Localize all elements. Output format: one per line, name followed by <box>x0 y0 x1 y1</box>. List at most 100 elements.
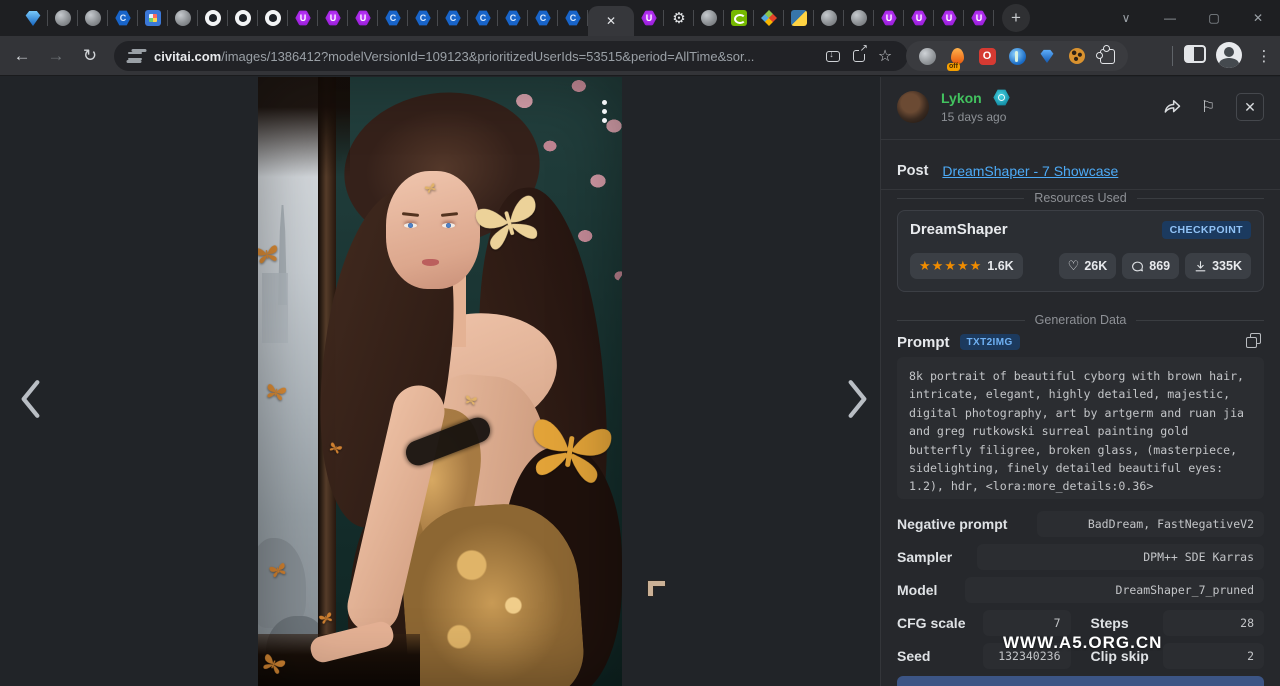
browser-tab[interactable]: C <box>468 0 498 36</box>
post-label: Post <box>897 163 929 179</box>
browser-tab[interactable] <box>198 0 228 36</box>
browser-tab[interactable] <box>18 0 48 36</box>
browser-tab[interactable] <box>754 0 784 36</box>
tab-strip-left: CUUUCCCCCCC <box>18 0 588 36</box>
window-menu-icon[interactable]: ∨ <box>1104 0 1148 36</box>
browser-tab[interactable]: U <box>934 0 964 36</box>
address-bar[interactable]: civitai.com/images/1386412?modelVersionI… <box>114 41 908 71</box>
next-image-button[interactable] <box>836 372 880 428</box>
browser-tab[interactable] <box>78 0 108 36</box>
tab-favicon-gitmulti <box>761 10 777 26</box>
verified-badge-icon <box>993 89 1010 106</box>
window-close-icon[interactable]: ✕ <box>1236 0 1280 36</box>
tab-favicon-nvidia <box>731 10 747 26</box>
hearts-pill[interactable]: ♡ 26K <box>1058 253 1117 279</box>
browser-toolbar: ← → ↻ civitai.com/images/1386412?modelVe… <box>0 36 1280 76</box>
browser-tab[interactable]: C <box>108 0 138 36</box>
browser-tab[interactable]: U <box>874 0 904 36</box>
prompt-label: Prompt <box>897 333 950 351</box>
browser-tab[interactable] <box>168 0 198 36</box>
site-info-icon[interactable] <box>128 48 144 64</box>
prev-image-button[interactable] <box>8 372 52 428</box>
browser-tab[interactable] <box>258 0 288 36</box>
share-icon[interactable] <box>1158 93 1186 121</box>
share-page-icon[interactable] <box>846 43 872 69</box>
page-content: Lykon 15 days ago ⚐ ✕ Post DreamShaper -… <box>0 77 1280 686</box>
browser-tab[interactable]: U <box>964 0 994 36</box>
browser-tab[interactable]: ⚙ <box>664 0 694 36</box>
install-app-icon[interactable] <box>820 43 846 69</box>
tab-favicon-gear: ⚙ <box>672 10 686 27</box>
extensions-puzzle-icon[interactable] <box>1094 43 1120 69</box>
browser-tab[interactable]: U <box>318 0 348 36</box>
extension-diamond-icon[interactable] <box>1034 43 1060 69</box>
extension-flame-icon[interactable]: off <box>944 43 970 71</box>
back-button[interactable]: ← <box>6 40 38 72</box>
comments-pill[interactable]: 869 <box>1122 253 1180 279</box>
username[interactable]: Lykon <box>941 90 982 106</box>
browser-tab[interactable] <box>844 0 874 36</box>
window-controls: ∨ — ▢ ✕ <box>1104 0 1280 36</box>
window-minimize-icon[interactable]: — <box>1148 0 1192 36</box>
browser-tab[interactable] <box>814 0 844 36</box>
browser-tab[interactable] <box>694 0 724 36</box>
tab-favicon-github <box>205 10 221 26</box>
browser-tab[interactable]: C <box>438 0 468 36</box>
post-link[interactable]: DreamShaper - 7 Showcase <box>942 163 1118 179</box>
browser-menu-icon[interactable]: ⋮ <box>1254 44 1274 68</box>
reload-button[interactable]: ↻ <box>74 40 106 72</box>
browser-tab[interactable]: C <box>558 0 588 36</box>
active-tab[interactable]: ✕ <box>588 6 634 36</box>
post-row: Post DreamShaper - 7 Showcase <box>897 153 1264 189</box>
txt2img-badge[interactable]: TXT2IMG <box>959 334 1020 350</box>
browser-tab[interactable]: C <box>378 0 408 36</box>
extensions-cluster: off O <box>906 41 1128 71</box>
field-value: 132340236 <box>983 643 1071 669</box>
bookmark-star-icon[interactable]: ☆ <box>872 43 898 69</box>
profile-avatar[interactable] <box>1216 42 1242 68</box>
browser-tab[interactable]: U <box>288 0 318 36</box>
resource-card[interactable]: DreamShaper CHECKPOINT ★★★★★ 1.6K ♡ 26K 8… <box>897 210 1264 292</box>
field-value: BadDream, FastNegativeV2 <box>1037 511 1264 537</box>
extension-cookie-icon[interactable] <box>1064 43 1090 69</box>
tab-close-icon[interactable]: ✕ <box>606 14 616 28</box>
new-tab-button[interactable]: + <box>1002 4 1030 32</box>
extension-earth-icon[interactable] <box>1004 43 1030 69</box>
browser-tab[interactable]: U <box>348 0 378 36</box>
browser-tab[interactable] <box>138 0 168 36</box>
user-avatar[interactable] <box>897 91 929 123</box>
window-restore-icon[interactable]: ▢ <box>1192 0 1236 36</box>
tab-strip-right: U ⚙ U U U U <box>634 0 994 36</box>
generation-heading: Generation Data <box>897 313 1264 327</box>
rating-pill[interactable]: ★★★★★ 1.6K <box>910 253 1023 279</box>
extension-o-icon[interactable]: O <box>974 43 1000 69</box>
close-sidebar-button[interactable]: ✕ <box>1236 93 1264 121</box>
copy-prompt-button[interactable] <box>1246 333 1264 351</box>
negative-prompt-row: Negative prompt BadDream, FastNegativeV2 <box>897 511 1264 537</box>
side-panel-icon[interactable] <box>1184 45 1206 63</box>
browser-tab[interactable] <box>48 0 78 36</box>
browser-tab[interactable]: C <box>528 0 558 36</box>
tab-favicon-globe <box>701 10 717 26</box>
downloads-count: 335K <box>1212 259 1242 273</box>
url-text: civitai.com/images/1386412?modelVersionI… <box>154 49 820 64</box>
image-detail-sidebar: Lykon 15 days ago ⚐ ✕ Post DreamShaper -… <box>880 77 1280 686</box>
browser-tab[interactable]: C <box>498 0 528 36</box>
bottom-action-button[interactable] <box>897 676 1264 686</box>
browser-tab[interactable]: C <box>408 0 438 36</box>
downloads-pill[interactable]: 335K <box>1185 253 1251 279</box>
browser-tab[interactable]: U <box>904 0 934 36</box>
comment-icon <box>1132 261 1144 271</box>
browser-tab[interactable] <box>724 0 754 36</box>
tab-favicon-python <box>791 10 807 26</box>
browser-tab[interactable] <box>784 0 814 36</box>
forward-button[interactable]: → <box>40 40 72 72</box>
extension-globe-icon[interactable] <box>914 43 940 69</box>
generated-image[interactable] <box>258 77 622 686</box>
image-options-menu[interactable] <box>594 89 614 133</box>
report-flag-icon[interactable]: ⚐ <box>1194 93 1222 121</box>
browser-tab[interactable] <box>228 0 258 36</box>
browser-tab[interactable]: U <box>634 0 664 36</box>
field-value: DPM++ SDE Karras <box>977 544 1264 570</box>
tab-favicon-civitai: C <box>535 10 551 26</box>
